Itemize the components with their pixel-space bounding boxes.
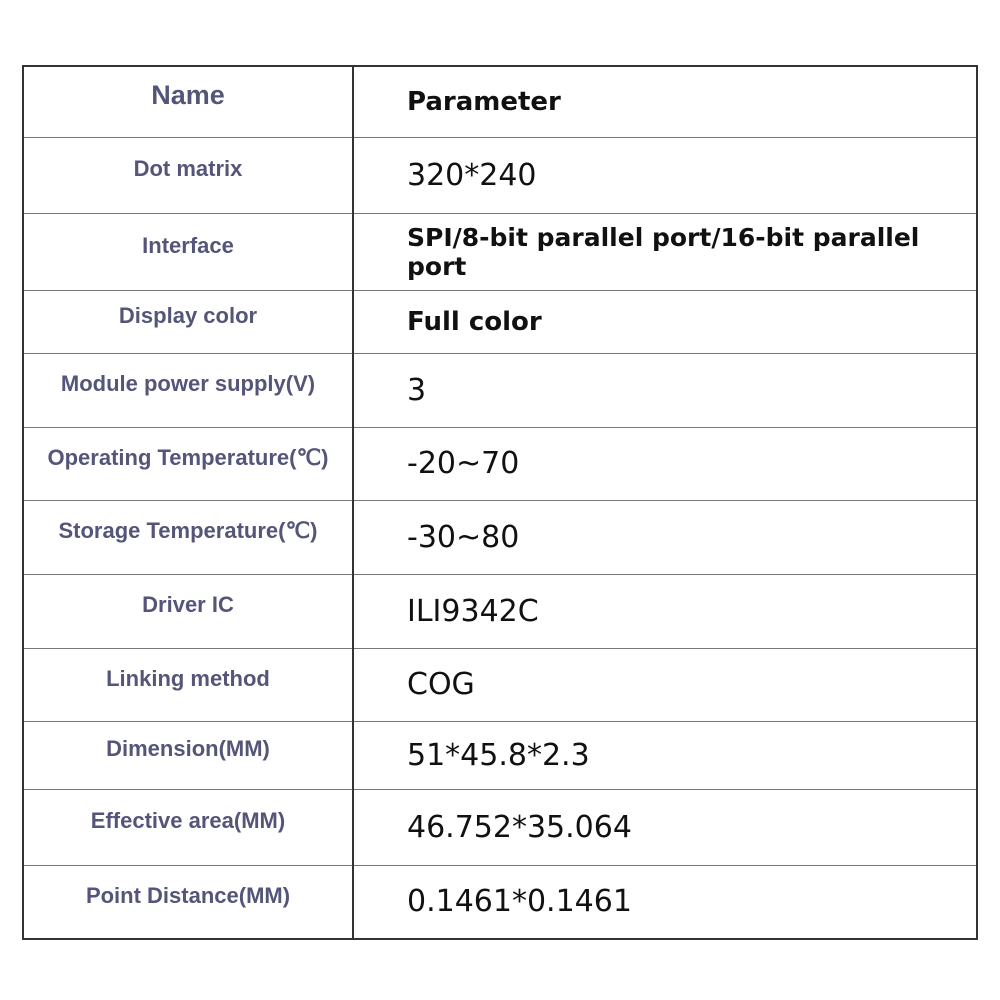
table-row: Storage Temperature(℃) -30~80 <box>22 499 978 575</box>
row-name: Storage Temperature(℃) <box>22 499 354 575</box>
row-value: 320*240 <box>352 136 978 214</box>
table-header-row: Name Parameter <box>22 65 978 138</box>
table-row: Operating Temperature(℃) -20~70 <box>22 426 978 501</box>
row-name: Dimension(MM) <box>22 720 354 790</box>
table-row: Display color Full color <box>22 289 978 354</box>
table-row: Point Distance(MM) 0.1461*0.1461 <box>22 864 978 940</box>
table-row: Effective area(MM) 46.752*35.064 <box>22 788 978 866</box>
row-value: SPI/8-bit parallel port/16-bit parallel … <box>352 212 978 291</box>
row-name: Operating Temperature(℃) <box>22 426 354 501</box>
row-value: -30~80 <box>352 499 978 575</box>
header-name: Name <box>22 65 354 138</box>
table-row: Dimension(MM) 51*45.8*2.3 <box>22 720 978 790</box>
row-name: Effective area(MM) <box>22 788 354 866</box>
row-value: -20~70 <box>352 426 978 501</box>
table-row: Linking method COG <box>22 647 978 722</box>
spec-table: Name Parameter Dot matrix 320*240 Interf… <box>22 65 978 940</box>
row-value: COG <box>352 647 978 722</box>
row-value: 3 <box>352 352 978 428</box>
row-value: 0.1461*0.1461 <box>352 864 978 940</box>
row-name: Linking method <box>22 647 354 722</box>
table-row: Interface SPI/8-bit parallel port/16-bit… <box>22 212 978 291</box>
table-row: Driver IC ILI9342C <box>22 573 978 649</box>
row-value: ILI9342C <box>352 573 978 649</box>
table-row: Module power supply(V) 3 <box>22 352 978 428</box>
row-name: Point Distance(MM) <box>22 864 354 940</box>
row-value: Full color <box>352 289 978 354</box>
row-name: Module power supply(V) <box>22 352 354 428</box>
header-parameter: Parameter <box>352 65 978 138</box>
row-name: Driver IC <box>22 573 354 649</box>
row-name: Dot matrix <box>22 136 354 214</box>
row-value: 51*45.8*2.3 <box>352 720 978 790</box>
row-name: Interface <box>22 212 354 291</box>
row-value: 46.752*35.064 <box>352 788 978 866</box>
row-name: Display color <box>22 289 354 354</box>
table-row: Dot matrix 320*240 <box>22 136 978 214</box>
